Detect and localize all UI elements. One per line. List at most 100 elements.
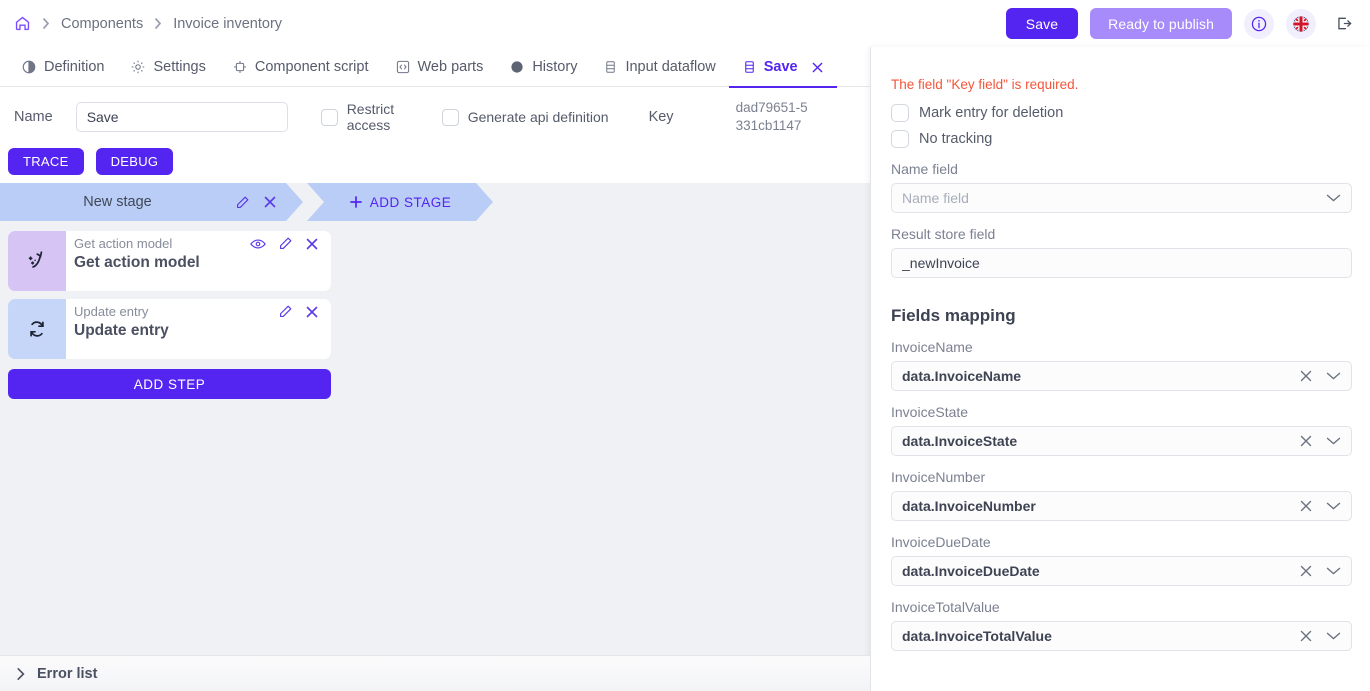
debug-button[interactable]: DEBUG [96,148,174,175]
mark-entry-for-deletion-checkbox[interactable] [891,104,909,122]
restrict-access-checkbox[interactable] [321,109,338,126]
mapping-select-invoiceduedate[interactable]: data.InvoiceDueDate [891,556,1352,586]
name-input[interactable] [76,102,288,132]
save-button[interactable]: Save [1006,8,1078,39]
generate-api-definition-field: Generate api definition [442,109,609,126]
script-icon [232,59,248,75]
name-label: Name [14,109,53,125]
tab-definition[interactable]: Definition [8,47,117,87]
top-bar-actions: Save Ready to publish [1006,8,1356,39]
app-root: Components Invoice inventory Save Ready … [0,0,1370,691]
key-label: Key [649,109,674,125]
definition-icon [21,59,37,75]
tab-label: History [532,59,577,75]
chevron-down-icon[interactable] [1326,631,1341,641]
step-body: Get action model [66,231,331,291]
generate-api-definition-checkbox[interactable] [442,109,459,126]
mapping-label: InvoiceDueDate [891,534,1352,550]
mapping-select-actions [1291,629,1341,643]
breadcrumb-separator [154,17,162,30]
mapping-value: data.InvoiceNumber [902,498,1291,514]
pencil-icon[interactable] [278,304,293,319]
close-icon[interactable] [1299,369,1313,383]
chevron-down-icon[interactable] [1326,193,1341,203]
close-icon[interactable] [1299,564,1313,578]
tab-label: Definition [44,59,104,75]
restrict-access-field: Restrict access [321,101,409,133]
no-tracking-field: No tracking [891,130,1352,148]
chevron-down-icon[interactable] [1326,501,1341,511]
step-body: Update entry [66,299,331,359]
step-actions [278,304,323,319]
close-icon[interactable] [305,305,319,319]
breadcrumb-item-components[interactable]: Components [61,16,143,32]
close-icon[interactable] [1299,629,1313,643]
tab-label: Web parts [418,59,484,75]
mapping-label: InvoiceNumber [891,469,1352,485]
close-icon[interactable] [1299,499,1313,513]
no-tracking-checkbox[interactable] [891,130,909,148]
validation-error-message: The field "Key field" is required. [891,77,1352,92]
info-icon[interactable] [1244,9,1274,39]
mapping-value: data.InvoiceDueDate [902,563,1291,579]
eye-icon[interactable] [250,237,266,251]
tab-settings[interactable]: Settings [117,47,218,87]
mapping-select-actions [1291,369,1341,383]
mapping-select-invoicename[interactable]: data.InvoiceName [891,361,1352,391]
mapping-select-invoicestate[interactable]: data.InvoiceState [891,426,1352,456]
settings-panel: The field "Key field" is required. Mark … [870,47,1370,691]
mapping-select-actions [1291,564,1341,578]
chevron-right-icon[interactable] [16,667,26,681]
close-icon[interactable] [263,195,277,209]
close-icon[interactable] [811,61,824,74]
pencil-icon[interactable] [235,195,250,210]
tab-save[interactable]: Save [729,47,837,87]
step-title: Get action model [74,254,323,272]
tab-history[interactable]: History [496,47,590,87]
add-stage-button[interactable]: ADD STAGE [307,183,493,221]
stage-new-stage[interactable]: New stage [0,183,303,221]
code-brackets-icon [395,59,411,75]
magic-wand-icon [8,231,66,291]
ready-to-publish-button[interactable]: Ready to publish [1090,8,1232,39]
pipeline-canvas: New stage [0,183,870,655]
home-icon[interactable] [14,15,31,32]
add-step-button[interactable]: ADD STEP [8,369,331,399]
tab-component-script[interactable]: Component script [219,47,382,87]
step-card[interactable]: Update entry [8,299,331,359]
mapping-select-invoicetotalvalue[interactable]: data.InvoiceTotalValue [891,621,1352,651]
tab-input-dataflow[interactable]: Input dataflow [590,47,728,87]
name-field-value: Name field [902,190,1318,206]
logout-icon[interactable] [1330,11,1356,37]
name-field-select[interactable]: Name field [891,183,1352,213]
mapping-select-invoicenumber[interactable]: data.InvoiceNumber [891,491,1352,521]
uk-flag-icon[interactable] [1286,9,1316,39]
mark-entry-for-deletion-label: Mark entry for deletion [919,105,1063,121]
mark-entry-for-deletion-field: Mark entry for deletion [891,104,1352,122]
chevron-down-icon[interactable] [1326,436,1341,446]
trace-button[interactable]: TRACE [8,148,84,175]
result-store-field-label: Result store field [891,226,1352,242]
step-card[interactable]: Get action model [8,231,331,291]
name-field-select-actions [1318,193,1341,203]
tab-web-parts[interactable]: Web parts [382,47,497,87]
breadcrumb-item-invoice-inventory[interactable]: Invoice inventory [173,16,282,32]
mapping-value: data.InvoiceState [902,433,1291,449]
chevron-down-icon[interactable] [1326,371,1341,381]
close-icon[interactable] [1299,434,1313,448]
step-list: Get action model [8,231,331,399]
add-stage-label: ADD STAGE [370,195,452,210]
breadcrumb-separator [42,17,50,30]
pencil-icon[interactable] [278,236,293,251]
step-title: Update entry [74,322,323,340]
top-bar: Components Invoice inventory Save Ready … [0,0,1370,47]
fields-mapping-list: InvoiceName data.InvoiceName InvoiceStat… [891,339,1352,651]
chevron-down-icon[interactable] [1326,566,1341,576]
close-icon[interactable] [305,237,319,251]
step-actions [250,236,323,251]
generate-api-definition-label: Generate api definition [468,109,609,125]
mapping-label: InvoiceState [891,404,1352,420]
error-list-bar[interactable]: Error list [0,655,870,691]
result-store-field-input[interactable] [891,248,1352,278]
debug-actions: TRACE DEBUG [8,148,173,175]
